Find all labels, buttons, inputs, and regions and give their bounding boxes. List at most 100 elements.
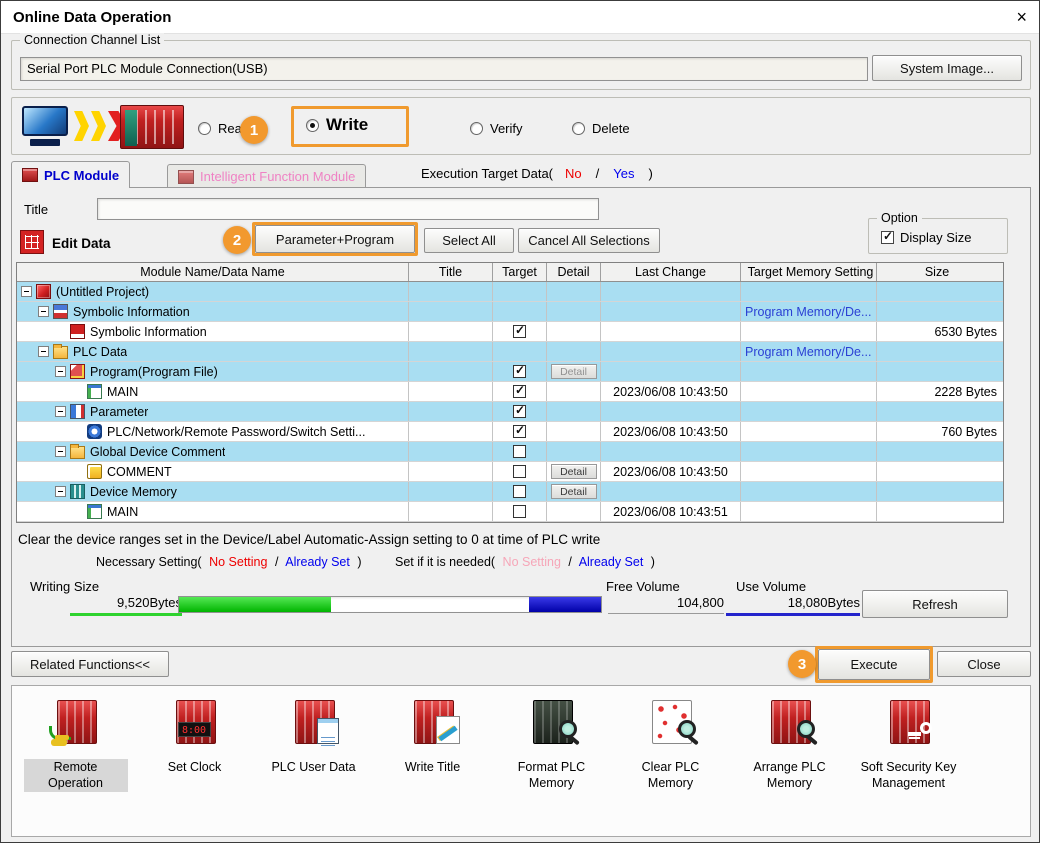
cell-module-name: MAIN bbox=[17, 382, 409, 401]
target-checkbox[interactable] bbox=[513, 445, 526, 458]
cell-module-name: Device Memory bbox=[17, 482, 409, 501]
window-title: Online Data Operation bbox=[13, 8, 172, 26]
select-all-button[interactable]: Select All bbox=[424, 228, 514, 253]
table-row[interactable]: MAIN 2023/06/08 10:43:51 bbox=[17, 502, 1003, 522]
cell-detail bbox=[547, 342, 601, 361]
table-row[interactable]: (Untitled Project) bbox=[17, 282, 1003, 302]
parameter-program-button[interactable]: Parameter+Program bbox=[255, 225, 415, 253]
row-label: PLC/Network/Remote Password/Switch Setti… bbox=[107, 424, 366, 439]
system-image-button[interactable]: System Image... bbox=[872, 55, 1022, 81]
display-size-checkbox[interactable] bbox=[881, 229, 894, 244]
tree-collapse-icon[interactable] bbox=[38, 346, 49, 357]
sym-group-icon bbox=[53, 304, 68, 319]
write-radio[interactable]: Write bbox=[306, 115, 368, 135]
cell-module-name: PLC/Network/Remote Password/Switch Setti… bbox=[17, 422, 409, 441]
legend-slash-1: / bbox=[274, 555, 279, 569]
row-label: MAIN bbox=[107, 384, 139, 399]
tree-collapse-icon[interactable] bbox=[21, 286, 32, 297]
target-checkbox[interactable] bbox=[513, 423, 526, 438]
close-button[interactable]: Close bbox=[937, 651, 1031, 677]
table-row[interactable]: Device Memory Detail bbox=[17, 482, 1003, 502]
cancel-all-selections-button[interactable]: Cancel All Selections bbox=[518, 228, 660, 253]
display-size-checkbox-row[interactable]: Display Size bbox=[881, 229, 972, 245]
cell-mem bbox=[741, 442, 877, 461]
connection-channel-field[interactable]: Serial Port PLC Module Connection(USB) bbox=[20, 57, 868, 81]
table-row[interactable]: PLC/Network/Remote Password/Switch Setti… bbox=[17, 422, 1003, 442]
legend-suffix-2: ) bbox=[650, 555, 655, 569]
related-function-label: Remote Operation bbox=[23, 759, 128, 792]
cell-mem bbox=[741, 462, 877, 481]
related-function-write-title[interactable]: Write Title bbox=[373, 698, 492, 775]
target-checkbox[interactable] bbox=[513, 383, 526, 398]
title-label: Title bbox=[24, 202, 49, 217]
delete-radio[interactable]: Delete bbox=[572, 118, 630, 138]
tree-collapse-icon[interactable] bbox=[55, 446, 66, 457]
title-input[interactable] bbox=[97, 198, 599, 220]
table-row[interactable]: PLC Data Program Memory/De... bbox=[17, 342, 1003, 362]
tree-collapse-icon[interactable] bbox=[55, 366, 66, 377]
column-header-target-memory: Target Memory Setting bbox=[741, 263, 877, 281]
row-label: COMMENT bbox=[107, 464, 172, 479]
target-checkbox[interactable] bbox=[513, 465, 526, 478]
target-checkbox[interactable] bbox=[513, 505, 526, 518]
related-function-plc-user-data[interactable]: PLC User Data bbox=[254, 698, 373, 775]
edit-data-icon bbox=[20, 230, 44, 254]
needed-no-setting: No Setting bbox=[502, 555, 561, 569]
row-label: Parameter bbox=[90, 404, 149, 419]
target-checkbox[interactable] bbox=[513, 403, 526, 418]
project-icon bbox=[36, 284, 51, 299]
related-function-soft-security-key[interactable]: Soft Security Key Management bbox=[849, 698, 968, 792]
tree-collapse-icon[interactable] bbox=[38, 306, 49, 317]
target-checkbox[interactable] bbox=[513, 363, 526, 378]
refresh-button[interactable]: Refresh bbox=[862, 590, 1008, 618]
target-checkbox[interactable] bbox=[513, 485, 526, 498]
table-row[interactable]: COMMENT Detail 2023/06/08 10:43:50 bbox=[17, 462, 1003, 482]
folder-icon bbox=[70, 444, 85, 459]
devmem-icon bbox=[70, 484, 85, 499]
related-function-format-plc-memory[interactable]: Format PLC Memory bbox=[492, 698, 611, 792]
tree-collapse-icon[interactable] bbox=[55, 406, 66, 417]
cell-module-name: Symbolic Information bbox=[17, 302, 409, 321]
table-row[interactable]: Symbolic Information 6530 Bytes bbox=[17, 322, 1003, 342]
table-row[interactable]: Parameter bbox=[17, 402, 1003, 422]
related-function-set-clock[interactable]: 8:00 Set Clock bbox=[135, 698, 254, 775]
read-radio-circle[interactable] bbox=[198, 121, 211, 135]
tree-collapse-icon[interactable] bbox=[55, 486, 66, 497]
target-checkbox[interactable] bbox=[513, 323, 526, 338]
cell-module-name: (Untitled Project) bbox=[17, 282, 409, 301]
online-data-operation-dialog: Online Data Operation × Connection Chann… bbox=[0, 0, 1040, 843]
close-icon[interactable]: × bbox=[1016, 8, 1027, 26]
cell-detail: Detail bbox=[547, 462, 601, 481]
plc-module-tab-icon bbox=[22, 168, 38, 182]
related-function-arrange-plc-memory[interactable]: Arrange PLC Memory bbox=[730, 698, 849, 792]
execute-button[interactable]: Execute bbox=[818, 649, 930, 680]
table-row[interactable]: MAIN 2023/06/08 10:43:50 2228 Bytes bbox=[17, 382, 1003, 402]
table-row[interactable]: Symbolic Information Program Memory/De... bbox=[17, 302, 1003, 322]
verify-radio-circle[interactable] bbox=[470, 121, 483, 135]
related-function-clear-plc-memory[interactable]: Clear PLC Memory bbox=[611, 698, 730, 792]
related-functions-button[interactable]: Related Functions<< bbox=[11, 651, 169, 677]
cell-target bbox=[493, 462, 547, 481]
cell-last: 2023/06/08 10:43:50 bbox=[601, 422, 741, 441]
table-row[interactable]: Program(Program File) Detail bbox=[17, 362, 1003, 382]
cell-last bbox=[601, 442, 741, 461]
parameter-program-highlight-box: Parameter+Program bbox=[252, 222, 418, 256]
related-function-label: Set Clock bbox=[167, 760, 222, 774]
detail-button[interactable]: Detail bbox=[550, 364, 597, 379]
related-function-remote-operation[interactable]: Remote Operation bbox=[16, 698, 135, 792]
intelligent-module-tab-icon bbox=[178, 169, 194, 184]
verify-radio[interactable]: Verify bbox=[470, 118, 523, 138]
tab-plc-module[interactable]: PLC Module bbox=[11, 161, 131, 188]
cell-size: 2228 Bytes bbox=[934, 384, 997, 399]
write-radio-circle[interactable] bbox=[306, 118, 319, 132]
table-row[interactable]: Global Device Comment bbox=[17, 442, 1003, 462]
detail-button[interactable]: Detail bbox=[550, 464, 597, 479]
delete-radio-circle[interactable] bbox=[572, 121, 585, 135]
tab-intelligent-function-module[interactable]: Intelligent Function Module bbox=[167, 164, 367, 188]
detail-button[interactable]: Detail bbox=[550, 484, 597, 499]
row-label: Symbolic Information bbox=[73, 304, 190, 319]
plc-data-table: Module Name/Data Name Title Target Detai… bbox=[16, 262, 1004, 523]
related-functions-panel: Remote Operation 8:00 Set Clock PLC User… bbox=[11, 685, 1031, 837]
plc-module-icon bbox=[120, 105, 184, 149]
row-label: PLC Data bbox=[73, 344, 128, 359]
